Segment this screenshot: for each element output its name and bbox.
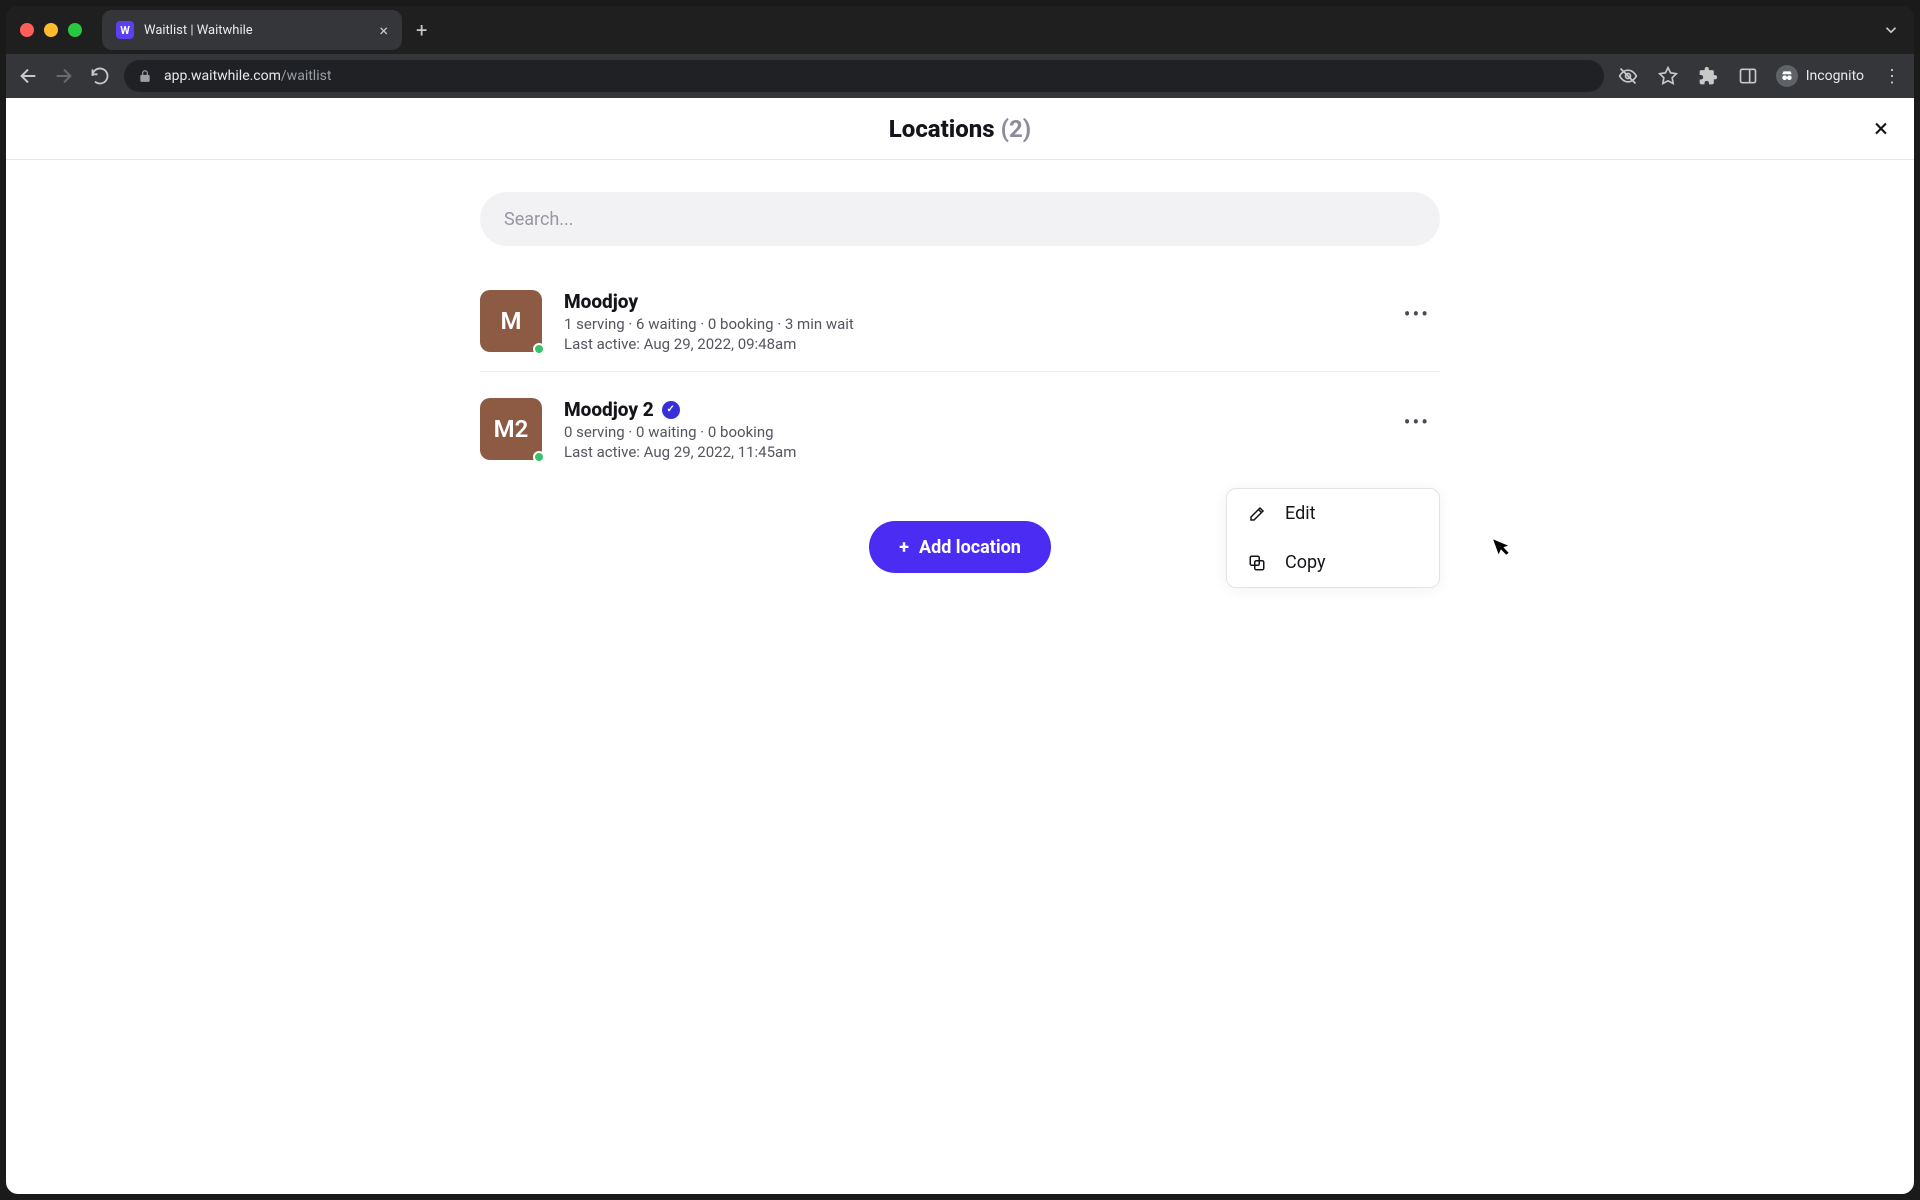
panel-icon[interactable] xyxy=(1736,64,1760,88)
divider xyxy=(480,371,1440,372)
browser-toolbar: app.waitwhile.com/waitlist Incognito xyxy=(6,54,1914,98)
app-header: Locations (2) × xyxy=(6,98,1914,160)
tab-title: Waitlist | Waitwhile xyxy=(144,23,369,38)
incognito-icon xyxy=(1776,65,1798,87)
window-close-button[interactable] xyxy=(20,23,34,37)
location-stats: 1 serving · 6 waiting · 0 booking · 3 mi… xyxy=(564,315,1394,333)
incognito-indicator[interactable]: Incognito xyxy=(1776,65,1864,87)
menu-item-copy[interactable]: Copy xyxy=(1227,538,1439,587)
forward-button[interactable] xyxy=(52,64,76,88)
page-title: Locations (2) xyxy=(889,115,1031,143)
location-name: Moodjoy 2 ✓ xyxy=(564,398,1394,421)
location-stats: 0 serving · 0 waiting · 0 booking xyxy=(564,423,1394,441)
location-last-active: Last active: Aug 29, 2022, 11:45am xyxy=(564,443,1394,461)
location-avatar: M2 xyxy=(480,398,542,460)
location-avatar: M xyxy=(480,290,542,352)
location-row[interactable]: M2 Moodjoy 2 ✓ 0 serving · 0 waiting · 0… xyxy=(480,398,1440,479)
pencil-icon xyxy=(1247,504,1267,524)
context-menu: Edit Copy xyxy=(1226,488,1440,588)
more-menu-button[interactable]: ••• xyxy=(1394,296,1440,332)
lock-icon xyxy=(138,69,152,83)
browser-titlebar: W Waitlist | Waitwhile × + xyxy=(6,6,1914,54)
browser-menu-button[interactable]: ⋮ xyxy=(1880,64,1904,88)
window-controls xyxy=(20,23,82,37)
verified-badge-icon: ✓ xyxy=(662,401,680,419)
copy-icon xyxy=(1247,553,1267,573)
location-last-active: Last active: Aug 29, 2022, 09:48am xyxy=(564,335,1394,353)
back-button[interactable] xyxy=(16,64,40,88)
close-button[interactable]: × xyxy=(1874,114,1888,144)
tabs-dropdown-button[interactable] xyxy=(1882,21,1900,39)
locations-list: M Moodjoy 1 serving · 6 waiting · 0 book… xyxy=(480,290,1440,479)
app-content: Locations (2) × M Moodjoy xyxy=(6,98,1914,1194)
tracking-icon[interactable] xyxy=(1616,64,1640,88)
tab-favicon: W xyxy=(116,21,134,39)
browser-tab[interactable]: W Waitlist | Waitwhile × xyxy=(102,10,402,50)
tab-close-button[interactable]: × xyxy=(379,21,388,40)
bookmark-star-icon[interactable] xyxy=(1656,64,1680,88)
plus-icon: + xyxy=(899,537,909,558)
window-minimize-button[interactable] xyxy=(44,23,58,37)
extensions-icon[interactable] xyxy=(1696,64,1720,88)
search-input[interactable] xyxy=(480,192,1440,246)
menu-item-edit[interactable]: Edit xyxy=(1227,489,1439,538)
add-location-button[interactable]: + Add location xyxy=(869,521,1051,573)
reload-button[interactable] xyxy=(88,64,112,88)
location-name: Moodjoy xyxy=(564,290,1394,313)
url-text: app.waitwhile.com/waitlist xyxy=(164,68,331,84)
status-dot-icon xyxy=(533,451,545,463)
url-bar[interactable]: app.waitwhile.com/waitlist xyxy=(124,60,1604,92)
cursor-icon xyxy=(1493,534,1515,558)
status-dot-icon xyxy=(533,343,545,355)
location-row[interactable]: M Moodjoy 1 serving · 6 waiting · 0 book… xyxy=(480,290,1440,371)
more-menu-button[interactable]: ••• xyxy=(1394,404,1440,440)
window-zoom-button[interactable] xyxy=(68,23,82,37)
new-tab-button[interactable]: + xyxy=(416,18,427,42)
